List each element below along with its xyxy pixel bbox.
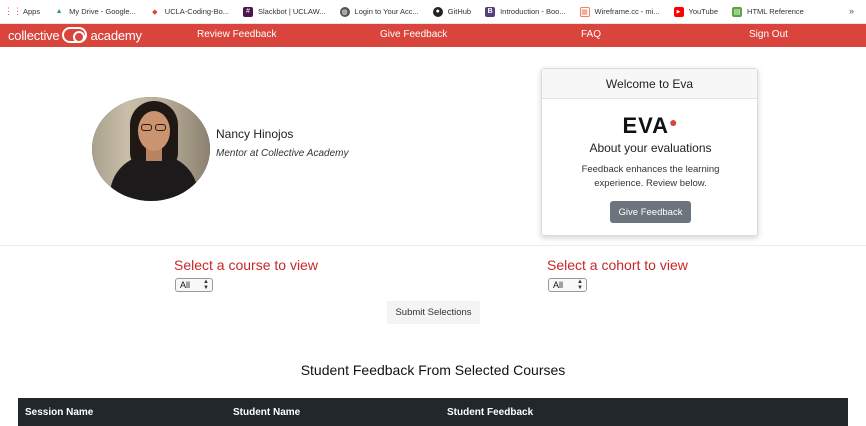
card-text: Feedback enhances the learning experienc…	[581, 164, 720, 189]
youtube-icon: ▶	[673, 6, 684, 17]
ca-logo-icon	[62, 27, 88, 43]
globe-icon: ◍	[339, 6, 350, 17]
profile-name: Nancy Hinojos	[216, 127, 294, 141]
bookmark-label: Apps	[23, 7, 41, 16]
profile-role: Mentor at Collective Academy	[216, 148, 349, 159]
wireframe-icon: ▦	[579, 6, 590, 17]
html-reference-icon: ▤	[732, 6, 743, 17]
course-select-value: All	[180, 280, 191, 290]
bootstrap-icon: B	[485, 6, 496, 17]
bookmark-bootstrap[interactable]: B Introduction - Boo...	[485, 6, 566, 17]
apps-grid-icon: ⋮⋮	[4, 6, 22, 16]
bookmark-login[interactable]: ◍ Login to Your Acc...	[339, 6, 419, 17]
bookmarks-bar: ⋮⋮ Apps ▲ My Drive - Google... ◆ UCLA-Co…	[0, 0, 866, 24]
card-header: Welcome to Eva	[542, 69, 757, 99]
card-title: About your evaluations	[589, 141, 712, 155]
course-select[interactable]: All ▲ ▼	[175, 278, 213, 292]
select-arrows-icon: ▲ ▼	[203, 279, 209, 291]
main-navbar: collective academy Review Feedback Give …	[0, 24, 866, 47]
avatar	[92, 97, 210, 201]
bookmark-html-reference[interactable]: ▤ HTML Reference	[732, 6, 804, 17]
column-student-feedback[interactable]: Student Feedback	[447, 407, 533, 418]
nav-review-feedback[interactable]: Review Feedback	[197, 29, 276, 40]
google-drive-icon: ▲	[55, 8, 63, 15]
welcome-card: Welcome to Eva EVA● About your evaluatio…	[541, 68, 758, 236]
eva-dot-icon: ●	[669, 114, 679, 130]
bookmark-wireframe[interactable]: ▦ Wireframe.cc - mi...	[579, 6, 660, 17]
column-session-name[interactable]: Session Name	[25, 407, 93, 418]
brand-text-left: collective	[8, 27, 60, 43]
section-divider	[0, 245, 866, 246]
bookmark-label: Login to Your Acc...	[354, 7, 419, 16]
bookmark-label: Wireframe.cc - mi...	[594, 7, 660, 16]
bookmarks-overflow-icon[interactable]: »	[849, 6, 854, 16]
bookmark-label: Slackbot | UCLAW...	[258, 7, 326, 16]
bookmark-gitlab[interactable]: ◆ UCLA-Coding-Bo...	[150, 7, 229, 17]
bookmark-label: HTML Reference	[747, 7, 804, 16]
cohort-select-label: Select a cohort to view	[547, 257, 688, 273]
select-arrows-icon: ▲ ▼	[577, 279, 583, 291]
course-select-label: Select a course to view	[174, 257, 318, 273]
nav-sign-out[interactable]: Sign Out	[749, 29, 788, 40]
bookmark-label: YouTube	[688, 7, 719, 16]
nav-give-feedback[interactable]: Give Feedback	[380, 29, 447, 40]
table-title: Student Feedback From Selected Courses	[300, 362, 566, 378]
bookmark-label: My Drive - Google...	[69, 7, 136, 16]
bookmark-slackbot[interactable]: # Slackbot | UCLAW...	[243, 6, 326, 17]
bookmark-label: GitHub	[447, 7, 472, 16]
github-icon: ●	[432, 6, 443, 17]
submit-selections-button[interactable]: Submit Selections	[387, 301, 480, 324]
bookmark-youtube[interactable]: ▶ YouTube	[673, 6, 719, 17]
bookmark-apps[interactable]: ⋮⋮ Apps	[4, 6, 41, 17]
give-feedback-button[interactable]: Give Feedback	[610, 201, 691, 223]
cohort-select[interactable]: All ▲ ▼	[548, 278, 587, 292]
nav-faq[interactable]: FAQ	[581, 29, 601, 40]
bookmark-label: Introduction - Boo...	[500, 7, 566, 16]
cohort-select-value: All	[553, 280, 564, 290]
feedback-table-header: Session Name Student Name Student Feedba…	[18, 398, 848, 426]
column-student-name[interactable]: Student Name	[233, 407, 300, 418]
eva-logo-text: EVA	[622, 113, 670, 138]
bookmark-github[interactable]: ● GitHub	[432, 6, 472, 17]
brand-logo[interactable]: collective academy	[8, 27, 142, 43]
bookmark-label: UCLA-Coding-Bo...	[164, 7, 229, 16]
bookmark-google-drive[interactable]: ▲ My Drive - Google...	[54, 7, 136, 17]
gitlab-icon: ◆	[152, 8, 158, 16]
eva-logo: EVA●	[542, 113, 759, 139]
brand-text-right: academy	[90, 27, 142, 43]
slack-icon: #	[243, 6, 253, 17]
